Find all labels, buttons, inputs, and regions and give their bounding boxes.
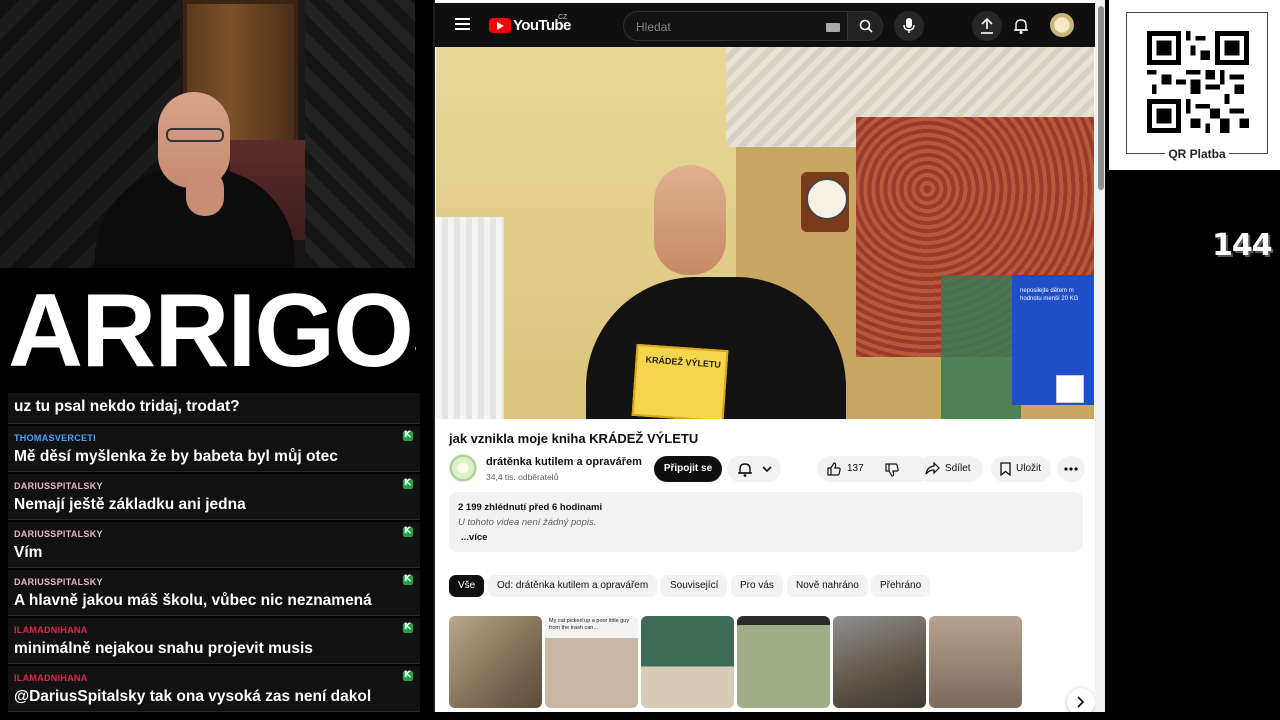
chat-username: DARIUSSPITALSKY <box>14 529 103 539</box>
upload-icon <box>981 18 993 34</box>
chevron-down-icon <box>762 466 772 473</box>
video-thumbnail[interactable] <box>737 616 830 708</box>
kick-icon <box>403 430 413 441</box>
chat-message-text: @DariusSpitalsky tak ona vysoká zas není… <box>14 688 372 705</box>
webcam-feed <box>0 0 415 268</box>
chip-for-you[interactable]: Pro vás <box>731 575 783 597</box>
bell-icon <box>738 463 752 477</box>
channel-watermark[interactable] <box>1056 375 1084 403</box>
search-button[interactable] <box>847 11 883 41</box>
wall-clock <box>801 172 849 232</box>
chat-message-text: Vím <box>14 544 43 561</box>
chat-message: uz tu psal nekdo tridaj, trodat? <box>8 393 420 424</box>
video-book: KRÁDEŽ VÝLETU <box>631 343 729 419</box>
search-icon <box>859 19 873 33</box>
video-thumbnail[interactable] <box>641 616 734 708</box>
chat-username: THOMASVERCETI <box>14 433 96 443</box>
video-thumbnail[interactable] <box>833 616 926 708</box>
streamer-logo: ARRIGOS <box>6 262 481 389</box>
youtube-header: YouTube CZ Hledat <box>435 3 1095 47</box>
scrollbar[interactable] <box>1095 0 1105 712</box>
share-button[interactable]: Sdílet <box>917 456 983 482</box>
chip-related[interactable]: Související <box>661 575 728 597</box>
bookmark-icon <box>1000 462 1011 476</box>
video-player[interactable]: neposilejte dětem m hodnotu menší 20 KG … <box>436 47 1094 419</box>
kick-icon <box>403 478 413 489</box>
no-description-text: U tohoto videa není žádný popis. <box>458 517 597 528</box>
qr-label: QR Platba <box>1165 147 1229 161</box>
kick-icon <box>403 622 413 633</box>
keyboard-icon[interactable] <box>826 23 840 32</box>
qr-code <box>1147 31 1249 133</box>
more-horizontal-icon <box>1064 467 1078 471</box>
save-button[interactable]: Uložit <box>991 456 1051 482</box>
chat-message: DARIUSSPITALSKY A hlavně jakou máš školu… <box>8 570 420 616</box>
subscriber-count: 34,4 tis. odběratelů <box>486 472 559 482</box>
search-input[interactable]: Hledat <box>623 11 849 41</box>
view-count-date: 2 199 zhlédnutí před 6 hodinami <box>458 502 603 513</box>
chat-username: DARIUSSPITALSKY <box>14 577 103 587</box>
youtube-play-icon <box>489 18 511 33</box>
chat-message: DARIUSSPITALSKY Nemají ještě základku an… <box>8 474 420 520</box>
video-thumbnail[interactable]: My cat picked up a poor little guy from … <box>545 616 638 708</box>
like-count: 137 <box>847 463 864 474</box>
thumbnail-caption: My cat picked up a poor little guy from … <box>549 618 630 631</box>
chip-watched[interactable]: Přehráno <box>871 575 931 597</box>
more-actions-button[interactable] <box>1057 456 1085 482</box>
chat-username: ILAMADNIHANA <box>14 673 88 683</box>
chat-message-text: uz tu psal nekdo tridaj, trodat? <box>14 398 240 415</box>
chevron-right-icon <box>1077 696 1085 708</box>
chat-message: ILAMADNIHANA @DariusSpitalsky tak ona vy… <box>8 666 420 712</box>
qr-panel: QR Platba <box>1109 0 1280 170</box>
chat-username: DARIUSSPITALSKY <box>14 481 103 491</box>
video-thumbnail[interactable] <box>929 616 1022 708</box>
channel-name[interactable]: drátěnka kutilem a opravářem <box>486 456 642 468</box>
create-button[interactable] <box>972 11 1002 41</box>
chat-message: DARIUSSPITALSKY Vím <box>8 522 420 568</box>
youtube-window: YouTube CZ Hledat neposilejte dětem m ho… <box>433 0 1105 712</box>
microphone-icon <box>903 18 915 33</box>
chip-all[interactable]: Vše <box>449 575 485 597</box>
dislike-icon[interactable] <box>885 463 899 477</box>
chat-panel: uz tu psal nekdo tridaj, trodat? THOMASV… <box>8 393 420 715</box>
chat-username: ILAMADNIHANA <box>14 625 88 635</box>
channel-avatar[interactable] <box>449 454 477 482</box>
menu-icon[interactable] <box>455 18 470 30</box>
next-button[interactable] <box>1067 688 1095 712</box>
like-icon[interactable] <box>827 462 841 476</box>
svg-text:ARRIGOS: ARRIGOS <box>8 273 416 382</box>
voice-search-button[interactable] <box>894 11 924 41</box>
chip-from-channel[interactable]: Od: drátěnka kutilem a opravářem <box>488 575 658 597</box>
share-icon <box>925 462 940 475</box>
kick-icon <box>403 574 413 585</box>
chat-message-text: Mě děsí myšlenka že by babeta byl můj ot… <box>14 448 338 465</box>
account-avatar[interactable] <box>1050 13 1074 37</box>
chat-message-text: Nemají ještě základku ani jedna <box>14 496 246 513</box>
join-button[interactable]: Připojit se <box>654 456 722 482</box>
scrollbar-thumb[interactable] <box>1098 6 1104 190</box>
notifications-button[interactable] <box>727 456 781 482</box>
description-box[interactable]: 2 199 zhlédnutí před 6 hodinami U tohoto… <box>449 492 1083 552</box>
youtube-logo[interactable]: YouTube CZ <box>489 14 579 36</box>
kick-icon <box>403 670 413 681</box>
chat-message-text: minimálně nejakou snahu projevit musis <box>14 640 313 657</box>
viewer-counter: 144 <box>1212 228 1273 263</box>
video-title: jak vznikla moje kniha KRÁDEŽ VÝLETU <box>449 431 699 446</box>
chat-message-text: A hlavně jakou máš školu, vůbec nic nezn… <box>14 592 372 609</box>
video-thumbnail[interactable] <box>449 616 542 708</box>
chat-message: ILAMADNIHANA minimálně nejakou snahu pro… <box>8 618 420 664</box>
chip-recently-uploaded[interactable]: Nově nahráno <box>787 575 868 597</box>
bell-icon[interactable] <box>1014 18 1028 34</box>
chat-message: THOMASVERCETI Mě děsí myšlenka že by bab… <box>8 426 420 472</box>
like-dislike-group: 137 <box>817 456 929 482</box>
kick-icon <box>403 526 413 537</box>
show-more-link[interactable]: ...více <box>461 532 487 543</box>
